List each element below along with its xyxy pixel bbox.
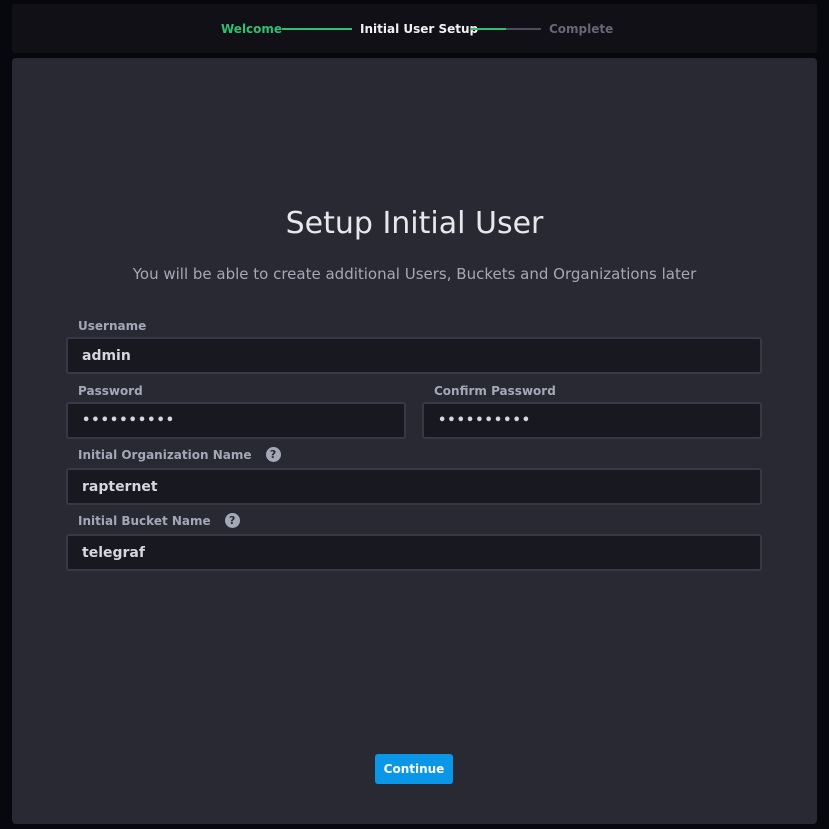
page-subtitle: You will be able to create additional Us… xyxy=(132,265,697,283)
question-circle-icon[interactable]: ? xyxy=(224,513,240,528)
bucket-label: Initial Bucket Name xyxy=(78,514,211,528)
organization-label-row: Initial Organization Name? xyxy=(78,447,281,463)
confirm-password-input[interactable] xyxy=(422,402,762,439)
bucket-input[interactable] xyxy=(66,534,762,571)
username-input[interactable] xyxy=(66,337,762,374)
organization-label: Initial Organization Name xyxy=(78,448,252,462)
step-connector-1 xyxy=(282,28,352,30)
setup-panel: Setup Initial User You will be able to c… xyxy=(12,58,817,824)
bucket-label-row: Initial Bucket Name? xyxy=(78,513,240,529)
password-input[interactable] xyxy=(66,402,406,439)
organization-input[interactable] xyxy=(66,468,762,505)
question-circle-icon[interactable]: ? xyxy=(265,447,281,462)
username-label: Username xyxy=(78,319,147,333)
step-complete: Complete xyxy=(549,22,614,36)
step-connector-2-progress xyxy=(471,28,506,30)
page-title: Setup Initial User xyxy=(285,206,544,241)
step-connector-2-remaining xyxy=(506,28,541,30)
step-initial-user-setup: Initial User Setup xyxy=(360,22,479,36)
password-label: Password xyxy=(78,384,143,398)
step-welcome: Welcome xyxy=(221,22,283,36)
setup-stepper: Welcome Initial User Setup Complete xyxy=(12,4,817,53)
confirm-password-label: Confirm Password xyxy=(434,384,556,398)
continue-button[interactable]: Continue xyxy=(375,754,453,784)
